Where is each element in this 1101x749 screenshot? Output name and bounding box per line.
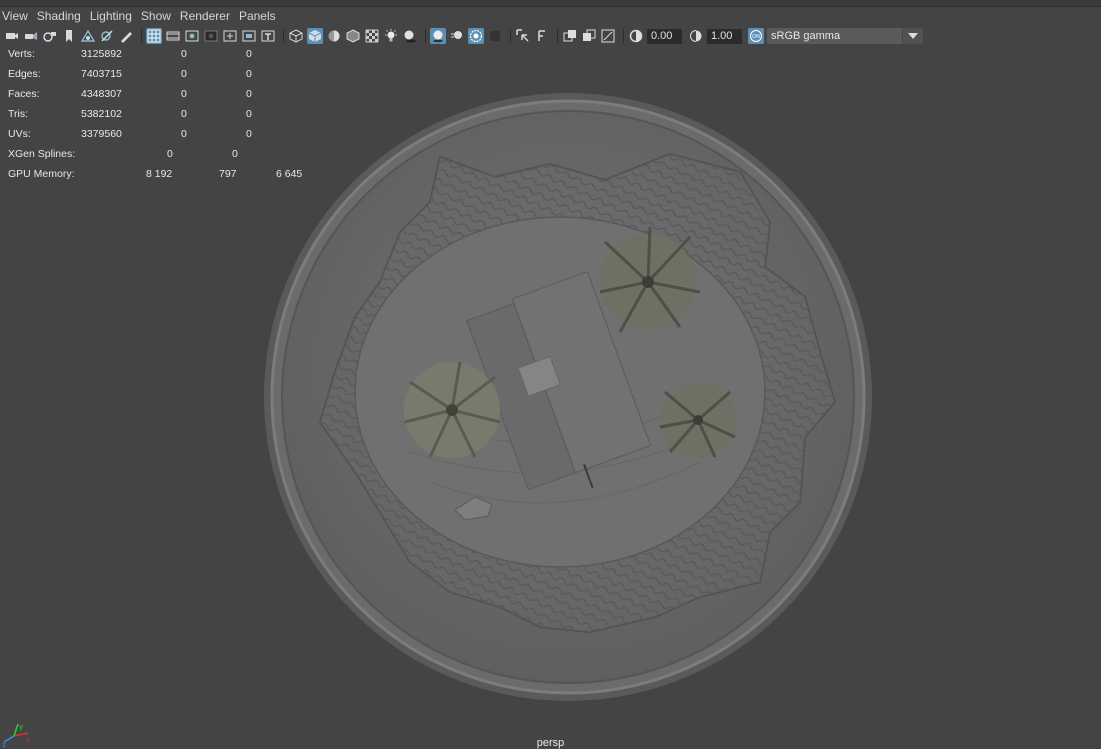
hud-label: UVs: (8, 128, 31, 140)
toolbar-separator (510, 29, 511, 43)
uv-icon[interactable] (600, 28, 616, 44)
lighting-icon[interactable] (383, 28, 399, 44)
hud-value: 0 (246, 128, 252, 140)
camera-attr-icon[interactable] (23, 28, 39, 44)
menu-shading[interactable]: Shading (37, 9, 90, 23)
xray-joints-icon[interactable] (364, 28, 380, 44)
safe-action-icon[interactable] (241, 28, 257, 44)
toolbar-separator (283, 29, 284, 43)
menu-panels[interactable]: Panels (239, 9, 285, 23)
gamma-field[interactable]: 1.00 (707, 28, 742, 44)
hud-value: 7403715 (81, 68, 122, 80)
wireframe-icon[interactable] (288, 28, 304, 44)
xray-icon[interactable] (345, 28, 361, 44)
hud-value: 0 (181, 48, 187, 60)
hud-value: 0 (181, 68, 187, 80)
hud-value: 0 (246, 48, 252, 60)
grease-pencil-icon[interactable] (118, 28, 134, 44)
viewport-menubar: View Shading Lighting Show Renderer Pane… (0, 6, 1101, 26)
image-plane-icon[interactable] (80, 28, 96, 44)
hud-value: 0 (246, 108, 252, 120)
camera-select-icon[interactable] (4, 28, 20, 44)
bookmark-camera-icon[interactable] (42, 28, 58, 44)
backface-icon[interactable] (581, 28, 597, 44)
svg-text:ON: ON (752, 34, 760, 40)
gate-mask-icon[interactable] (203, 28, 219, 44)
menu-renderer[interactable]: Renderer (180, 9, 239, 23)
two-sided-icon[interactable] (562, 28, 578, 44)
resolution-gate-icon[interactable] (184, 28, 200, 44)
field-chart-icon[interactable] (222, 28, 238, 44)
hud-value: 0 (246, 88, 252, 100)
hud-value: 0 (181, 88, 187, 100)
grid-icon[interactable] (146, 28, 162, 44)
axis-y-line (13, 723, 19, 737)
toolbar-separator (425, 29, 426, 43)
hud-label: Verts: (8, 48, 35, 60)
hud-value: 3125892 (81, 48, 122, 60)
color-space-value: sRGB gamma (771, 30, 841, 42)
toolbar-separator (141, 29, 142, 43)
toolbar-separator (557, 29, 558, 43)
safe-title-icon[interactable] (260, 28, 276, 44)
hud-label: Edges: (8, 68, 41, 80)
color-management-icon[interactable]: ON (748, 28, 764, 44)
film-gate-icon[interactable] (99, 28, 115, 44)
smooth-shade-icon[interactable] (307, 28, 323, 44)
hud-label: Tris: (8, 108, 29, 120)
gamma-icon[interactable] (688, 28, 704, 44)
palm-tree-right (659, 382, 736, 458)
hud-value: 8 192 (146, 168, 173, 180)
hud-value: 0 (167, 148, 173, 160)
ambient-occlusion-icon[interactable] (430, 28, 446, 44)
motion-blur-icon[interactable] (449, 28, 465, 44)
hud-label: XGen Splines: (8, 148, 76, 160)
hud-value: 3379560 (81, 128, 122, 140)
menu-view[interactable]: View (0, 9, 37, 23)
bookmark-icon[interactable] (61, 28, 77, 44)
hud-label: Faces: (8, 88, 40, 100)
menu-show[interactable]: Show (141, 9, 180, 23)
hud-value: 0 (181, 108, 187, 120)
hud-value: 797 (219, 168, 237, 180)
axis-y-label: y (19, 723, 23, 731)
exposure-field[interactable]: 0.00 (647, 28, 682, 44)
color-space-dropdown[interactable]: sRGB gamma (767, 28, 923, 44)
exposure-icon[interactable] (628, 28, 644, 44)
viewport-toolbar: 0.00 1.00 ON sRGB gamma (0, 26, 1101, 46)
depth-of-field-icon[interactable] (487, 28, 503, 44)
camera-name-label: persp (536, 737, 565, 749)
toolbar-separator (623, 29, 624, 43)
anti-aliasing-icon[interactable] (468, 28, 484, 44)
hud-value: 0 (246, 68, 252, 80)
hud-value: 5382102 (81, 108, 122, 120)
isolate-select-icon[interactable] (515, 28, 531, 44)
palm-tree-left (404, 361, 501, 458)
wireframe-on-shaded-icon[interactable] (326, 28, 342, 44)
chevron-down-icon[interactable] (902, 28, 923, 44)
viewport-scene[interactable] (260, 92, 880, 712)
shadows-icon[interactable] (402, 28, 418, 44)
hud-value: 0 (232, 148, 238, 160)
film-gate-toggle-icon[interactable] (165, 28, 181, 44)
hud-value: 0 (181, 128, 187, 140)
xray-active-icon[interactable] (534, 28, 550, 44)
hud-value: 4348307 (81, 88, 122, 100)
menu-lighting[interactable]: Lighting (90, 9, 141, 23)
hud-label: GPU Memory: (8, 168, 75, 180)
